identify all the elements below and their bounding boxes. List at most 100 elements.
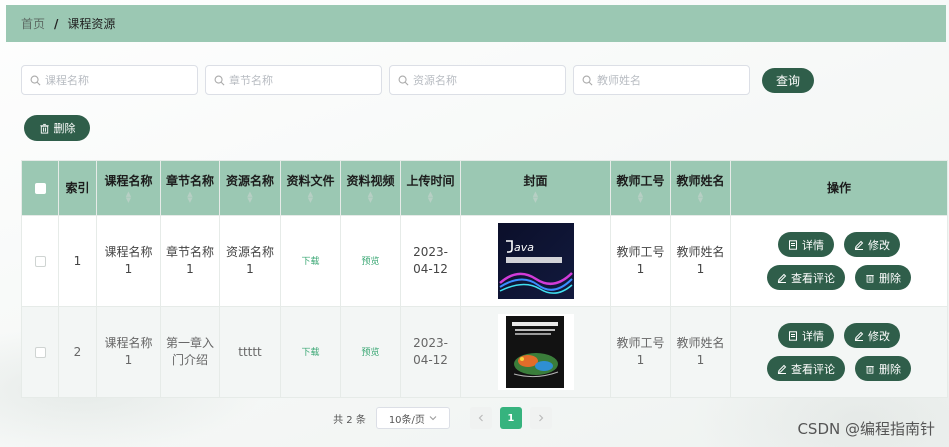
- header-actions: 操作: [730, 160, 948, 216]
- header-cover[interactable]: 封面 ▲ ▼: [460, 160, 611, 216]
- course-name-input[interactable]: [45, 73, 185, 87]
- search-icon: [398, 75, 409, 85]
- search-icon: [582, 75, 593, 85]
- sort-caret-icon[interactable]: ▲ ▼: [223, 191, 277, 204]
- breadcrumb-current: 课程资源: [67, 17, 116, 31]
- row-checkbox[interactable]: [34, 346, 46, 358]
- cell-teacher-no: 教师工号1: [610, 215, 671, 307]
- cell-teacher-no: 教师工号1: [610, 306, 671, 398]
- header-teacher-no[interactable]: 教师工号 ▲ ▼: [610, 160, 671, 216]
- download-link[interactable]: 下载: [301, 257, 319, 267]
- resource-name-input[interactable]: [413, 73, 553, 87]
- cell-cover: [460, 306, 611, 398]
- sort-caret-icon[interactable]: ▲ ▼: [100, 191, 157, 204]
- watermark: CSDN @编程指南针: [797, 420, 935, 438]
- cell-course: 课程名称1: [96, 306, 161, 398]
- preview-link[interactable]: 预览: [361, 348, 379, 358]
- row-delete-button[interactable]: 删除: [855, 356, 911, 381]
- cell-chapter: 章节名称1: [160, 215, 220, 307]
- cell-chapter: 第一章入门介绍: [160, 306, 220, 398]
- page-number-button[interactable]: 1: [499, 407, 522, 429]
- edit-button[interactable]: 修改: [844, 232, 900, 257]
- sort-caret-icon[interactable]: ▲ ▼: [674, 191, 727, 204]
- document-icon: [789, 330, 797, 341]
- detail-button[interactable]: 详情: [778, 232, 834, 257]
- pencil-icon: [854, 240, 864, 250]
- cell-actions: 详情 修改 查看评论 删除: [730, 215, 948, 307]
- table-row: 2 课程名称1 第一章入门介绍 ttttt 下载 预览 2023-04-12 教…: [21, 306, 948, 398]
- cell-teacher-name: 教师姓名1: [670, 306, 731, 398]
- breadcrumb-separator: /: [54, 16, 59, 31]
- search-bar: 查询: [21, 65, 814, 95]
- view-comments-button[interactable]: 查看评论: [767, 265, 845, 290]
- book-cover-image[interactable]: [497, 314, 574, 390]
- row-delete-button[interactable]: 删除: [855, 265, 911, 290]
- cell-teacher-name: 教师姓名1: [670, 215, 731, 307]
- resource-name-search[interactable]: [389, 65, 566, 95]
- teacher-name-input[interactable]: [597, 73, 737, 87]
- trash-icon: [866, 274, 874, 283]
- header-course[interactable]: 课程名称 ▲ ▼: [96, 160, 161, 216]
- book-cover-image[interactable]: ava: [497, 223, 574, 299]
- cell-upload-time: 2023-04-12: [400, 306, 461, 398]
- document-icon: [789, 239, 797, 250]
- header-index[interactable]: 索引: [58, 160, 97, 216]
- preview-link[interactable]: 预览: [361, 257, 379, 267]
- teacher-name-search[interactable]: [573, 65, 750, 95]
- trash-icon: [866, 365, 874, 374]
- next-page-button[interactable]: [529, 407, 552, 429]
- page-size-select[interactable]: 10条/页: [375, 407, 450, 429]
- download-link[interactable]: 下载: [301, 348, 319, 358]
- chapter-name-search[interactable]: [205, 65, 382, 95]
- pencil-icon: [777, 273, 787, 283]
- pagination-total: 共 2 条: [333, 414, 366, 426]
- header-chapter[interactable]: 章节名称 ▲ ▼: [160, 160, 220, 216]
- bulk-delete-button[interactable]: 删除: [24, 115, 90, 141]
- svg-text:ava: ava: [514, 241, 534, 254]
- chapter-name-input[interactable]: [229, 73, 369, 87]
- sort-caret-icon[interactable]: ▲ ▼: [164, 191, 216, 204]
- sort-caret-icon[interactable]: ▲ ▼: [614, 191, 667, 204]
- header-upload-time[interactable]: 上传时间 ▲ ▼: [400, 160, 461, 216]
- header-material-file[interactable]: 资料文件 ▲ ▼: [280, 160, 341, 216]
- bulk-delete-label: 删除: [53, 122, 76, 135]
- cell-resource: 资源名称1: [219, 215, 281, 307]
- chevron-left-icon: [478, 414, 483, 422]
- row-checkbox[interactable]: [34, 255, 46, 267]
- select-all-cell: [21, 160, 59, 216]
- sort-caret-icon[interactable]: ▲ ▼: [344, 191, 397, 204]
- sort-caret-icon[interactable]: ▲ ▼: [404, 191, 457, 204]
- header-resource[interactable]: 资源名称 ▲ ▼: [219, 160, 281, 216]
- sort-caret-icon[interactable]: ▲ ▼: [464, 191, 607, 204]
- query-button[interactable]: 查询: [762, 67, 814, 93]
- header-material-video[interactable]: 资料视频 ▲ ▼: [340, 160, 401, 216]
- cell-resource: ttttt: [219, 306, 281, 398]
- cell-actions: 详情 修改 查看评论 删除: [730, 306, 948, 398]
- resource-table: 索引 课程名称 ▲ ▼ 章节名称 ▲ ▼ 资源名称 ▲ ▼ 资料文件 ▲ ▼ 资料视频 ▲ ▼ 上传…: [21, 160, 948, 398]
- chevron-down-icon: [429, 416, 437, 421]
- table-header-row: 索引 课程名称 ▲ ▼ 章节名称 ▲ ▼ 资源名称 ▲ ▼ 资料文件 ▲ ▼ 资料视频 ▲ ▼ 上传…: [21, 160, 948, 216]
- page-size-value: 10条/页: [388, 414, 425, 426]
- cell-course: 课程名称1: [96, 215, 161, 307]
- trash-icon: [39, 123, 49, 134]
- search-icon: [214, 75, 225, 85]
- table-row: 1 课程名称1 章节名称1 资源名称1 下载 预览 2023-04-12 ava: [21, 215, 948, 307]
- breadcrumb-home[interactable]: 首页: [21, 15, 45, 32]
- select-all-checkbox[interactable]: [34, 182, 46, 194]
- pencil-icon: [777, 364, 787, 374]
- cell-upload-time: 2023-04-12: [400, 215, 461, 307]
- view-comments-button[interactable]: 查看评论: [767, 356, 845, 381]
- prev-page-button[interactable]: [469, 407, 492, 429]
- sort-caret-icon[interactable]: ▲ ▼: [284, 191, 337, 204]
- cell-cover: ava: [460, 215, 611, 307]
- chevron-right-icon: [538, 414, 544, 422]
- pencil-icon: [854, 331, 864, 341]
- cell-index: 1: [58, 215, 97, 307]
- detail-button[interactable]: 详情: [778, 323, 834, 348]
- course-name-search[interactable]: [21, 65, 198, 95]
- header-teacher-name[interactable]: 教师姓名 ▲ ▼: [670, 160, 731, 216]
- edit-button[interactable]: 修改: [844, 323, 900, 348]
- search-icon: [30, 75, 41, 85]
- cell-index: 2: [58, 306, 97, 398]
- breadcrumb: 首页 / 课程资源: [6, 5, 946, 42]
